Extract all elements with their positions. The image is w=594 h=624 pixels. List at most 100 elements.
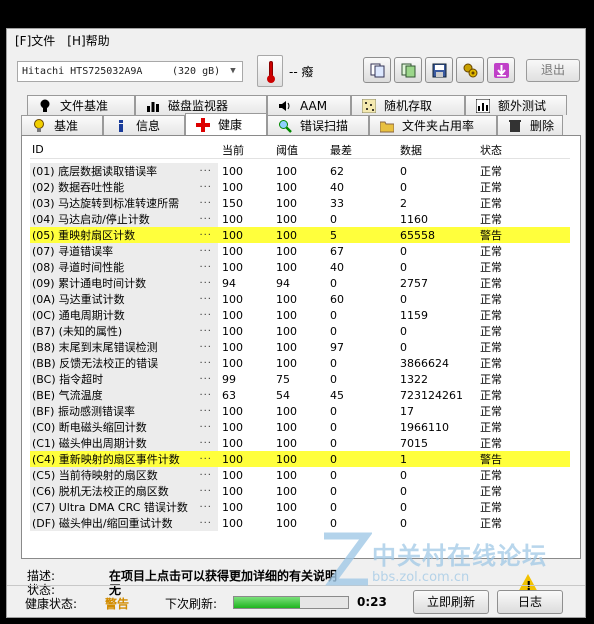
cell-id: (C4) 重新映射的扇区事件计数... [30,451,218,467]
refresh-now-button[interactable]: 立即刷新 [413,590,489,614]
attribute-name: (07) 寻道错误率 [32,245,114,258]
cell-status: 正常 [480,309,502,322]
attribute-name: (C0) 断电磁头缩回计数 [32,421,147,434]
cell-worst: 0 [330,436,337,450]
cell-worst: 0 [330,516,337,530]
table-row[interactable]: (C5) 当前待映射的扇区数... 100 100 0 0 正常 [30,467,570,483]
table-row[interactable]: (09) 累计通电时间计数... 94 94 0 2757 正常 [30,275,570,291]
cell-threshold: 100 [276,292,297,306]
cell-current: 100 [222,516,243,530]
menu-help[interactable]: [H]帮助 [67,32,109,49]
settings-button[interactable] [456,57,484,83]
exit-button[interactable]: 退出 [526,59,580,82]
cell-raw: 1159 [400,308,428,322]
tab-disk-monitor[interactable]: 磁盘监视器 [135,95,267,115]
table-row[interactable]: (05) 重映射扇区计数... 100 100 5 65558 警告 [30,227,570,243]
table-row[interactable]: (01) 底层数据读取错误率... 100 100 62 0 正常 [30,163,570,179]
cell-worst: 60 [330,292,344,306]
attribute-name: (0A) 马达重试计数 [32,293,125,306]
menu-file[interactable]: [F]文件 [15,32,55,49]
col-threshold[interactable]: 阈值 [272,142,326,158]
attribute-name: (05) 重映射扇区计数 [32,229,136,242]
copy-all-button[interactable] [394,57,422,83]
save-button[interactable] [425,57,453,83]
attribute-name: (B7) (未知的属性) [32,325,123,338]
cell-threshold: 100 [276,500,297,514]
copy-report-button[interactable] [363,57,391,83]
cell-id: (08) 寻道时间性能... [30,259,218,275]
cell-raw: 723124261 [400,388,463,402]
cell-status: 正常 [480,197,502,210]
table-row[interactable]: (BF) 振动感测错误率... 100 100 0 17 正常 [30,403,570,419]
tab-info[interactable]: 信息 [103,115,185,135]
col-id[interactable]: ID [30,143,218,156]
dots-grid-icon [361,98,377,113]
tab-erase[interactable]: 删除 [497,115,563,135]
cell-raw: 0 [400,484,407,498]
table-row[interactable]: (04) 马达启动/停止计数... 100 100 0 1160 正常 [30,211,570,227]
tab-aam[interactable]: AAM [267,95,351,115]
cell-raw: 0 [400,244,407,258]
table-row[interactable]: (07) 寻道错误率... 100 100 67 0 正常 [30,243,570,259]
cell-current: 100 [222,308,243,322]
table-row[interactable]: (BE) 气流温度... 63 54 45 723124261 正常 [30,387,570,403]
col-raw[interactable]: 数据 [396,142,476,158]
cell-id: (B8) 末尾到末尾错误检测... [30,339,218,355]
cell-worst: 0 [330,372,337,386]
col-worst[interactable]: 最差 [326,142,396,158]
col-current[interactable]: 当前 [218,142,272,158]
table-row[interactable]: (C7) Ultra DMA CRC 错误计数... 100 100 0 0 正常 [30,499,570,515]
cell-raw: 0 [400,260,407,274]
table-row[interactable]: (C0) 断电磁头缩回计数... 100 100 0 1966110 正常 [30,419,570,435]
cell-current: 100 [222,500,243,514]
table-row[interactable]: (BB) 反馈无法校正的错误... 100 100 0 3866624 正常 [30,355,570,371]
table-row[interactable]: (0C) 通电周期计数... 100 100 0 1159 正常 [30,307,570,323]
smart-table: ID 当前 阈值 最差 数据 状态 (01) 底层数据读取错误率... 100 10… [30,141,570,531]
tab-extra-tests[interactable]: 额外测试 [465,95,567,115]
cell-threshold: 100 [276,180,297,194]
table-row[interactable]: (BC) 指令超时... 99 75 0 1322 正常 [30,371,570,387]
tab-benchmark[interactable]: 基准 [21,115,103,135]
log-button[interactable]: 日志 [497,590,563,614]
download-button[interactable] [487,57,515,83]
table-row[interactable]: (B7) (未知的属性)... 100 100 0 0 正常 [30,323,570,339]
table-row[interactable]: (0A) 马达重试计数... 100 100 60 0 正常 [30,291,570,307]
table-row[interactable]: (DF) 磁头伸出/缩回重试计数... 100 100 0 0 正常 [30,515,570,531]
tab-folder-usage[interactable]: 文件夹占用率 [369,115,497,135]
cell-current: 100 [222,260,243,274]
ellipsis-icon: ... [199,291,212,302]
cell-status: 正常 [480,325,502,338]
cell-threshold: 100 [276,340,297,354]
cell-raw: 0 [400,180,407,194]
drive-select[interactable]: Hitachi HTS725032A9A (320 gB) ▼ [17,61,243,82]
drive-size: (320 gB) [172,66,221,77]
table-row[interactable]: (08) 寻道时间性能... 100 100 40 0 正常 [30,259,570,275]
copy-report-icon [370,63,385,78]
col-status[interactable]: 状态 [476,142,536,158]
ellipsis-icon: ... [199,355,212,366]
table-row[interactable]: (02) 数据吞吐性能... 100 100 40 0 正常 [30,179,570,195]
settings-icon [463,63,478,78]
table-row[interactable]: (03) 马达旋转到标准转速所需... 150 100 33 2 正常 [30,195,570,211]
chevron-down-icon[interactable]: ▼ [226,64,240,79]
cell-raw: 0 [400,500,407,514]
temperature-button[interactable] [257,55,283,87]
trash-icon [508,119,522,133]
attribute-name: (C5) 当前待映射的扇区数 [32,469,158,482]
chart-window-icon [475,98,491,113]
table-row[interactable]: (B8) 末尾到末尾错误检测... 100 100 97 0 正常 [30,339,570,355]
table-row[interactable]: (C6) 脱机无法校正的扇区数... 100 100 0 0 正常 [30,483,570,499]
table-header: ID 当前 阈值 最差 数据 状态 [30,141,570,159]
tab-error-scan[interactable]: 错误扫描 [267,115,369,135]
tab-random-access[interactable]: 随机存取 [351,95,465,115]
table-row[interactable]: (C4) 重新映射的扇区事件计数... 100 100 0 1 警告 [30,451,570,467]
table-row[interactable]: (C1) 磁头伸出周期计数... 100 100 0 7015 正常 [30,435,570,451]
ellipsis-icon: ... [199,163,212,174]
tab-file-benchmark[interactable]: 文件基准 [27,95,135,115]
attribute-name: (B8) 末尾到末尾错误检测 [32,341,158,354]
tab-health[interactable]: 健康 [185,113,267,135]
temperature-readout: -- 癈 [289,65,314,79]
cell-raw: 65558 [400,228,435,242]
cell-current: 100 [222,420,243,434]
cell-threshold: 100 [276,516,297,530]
